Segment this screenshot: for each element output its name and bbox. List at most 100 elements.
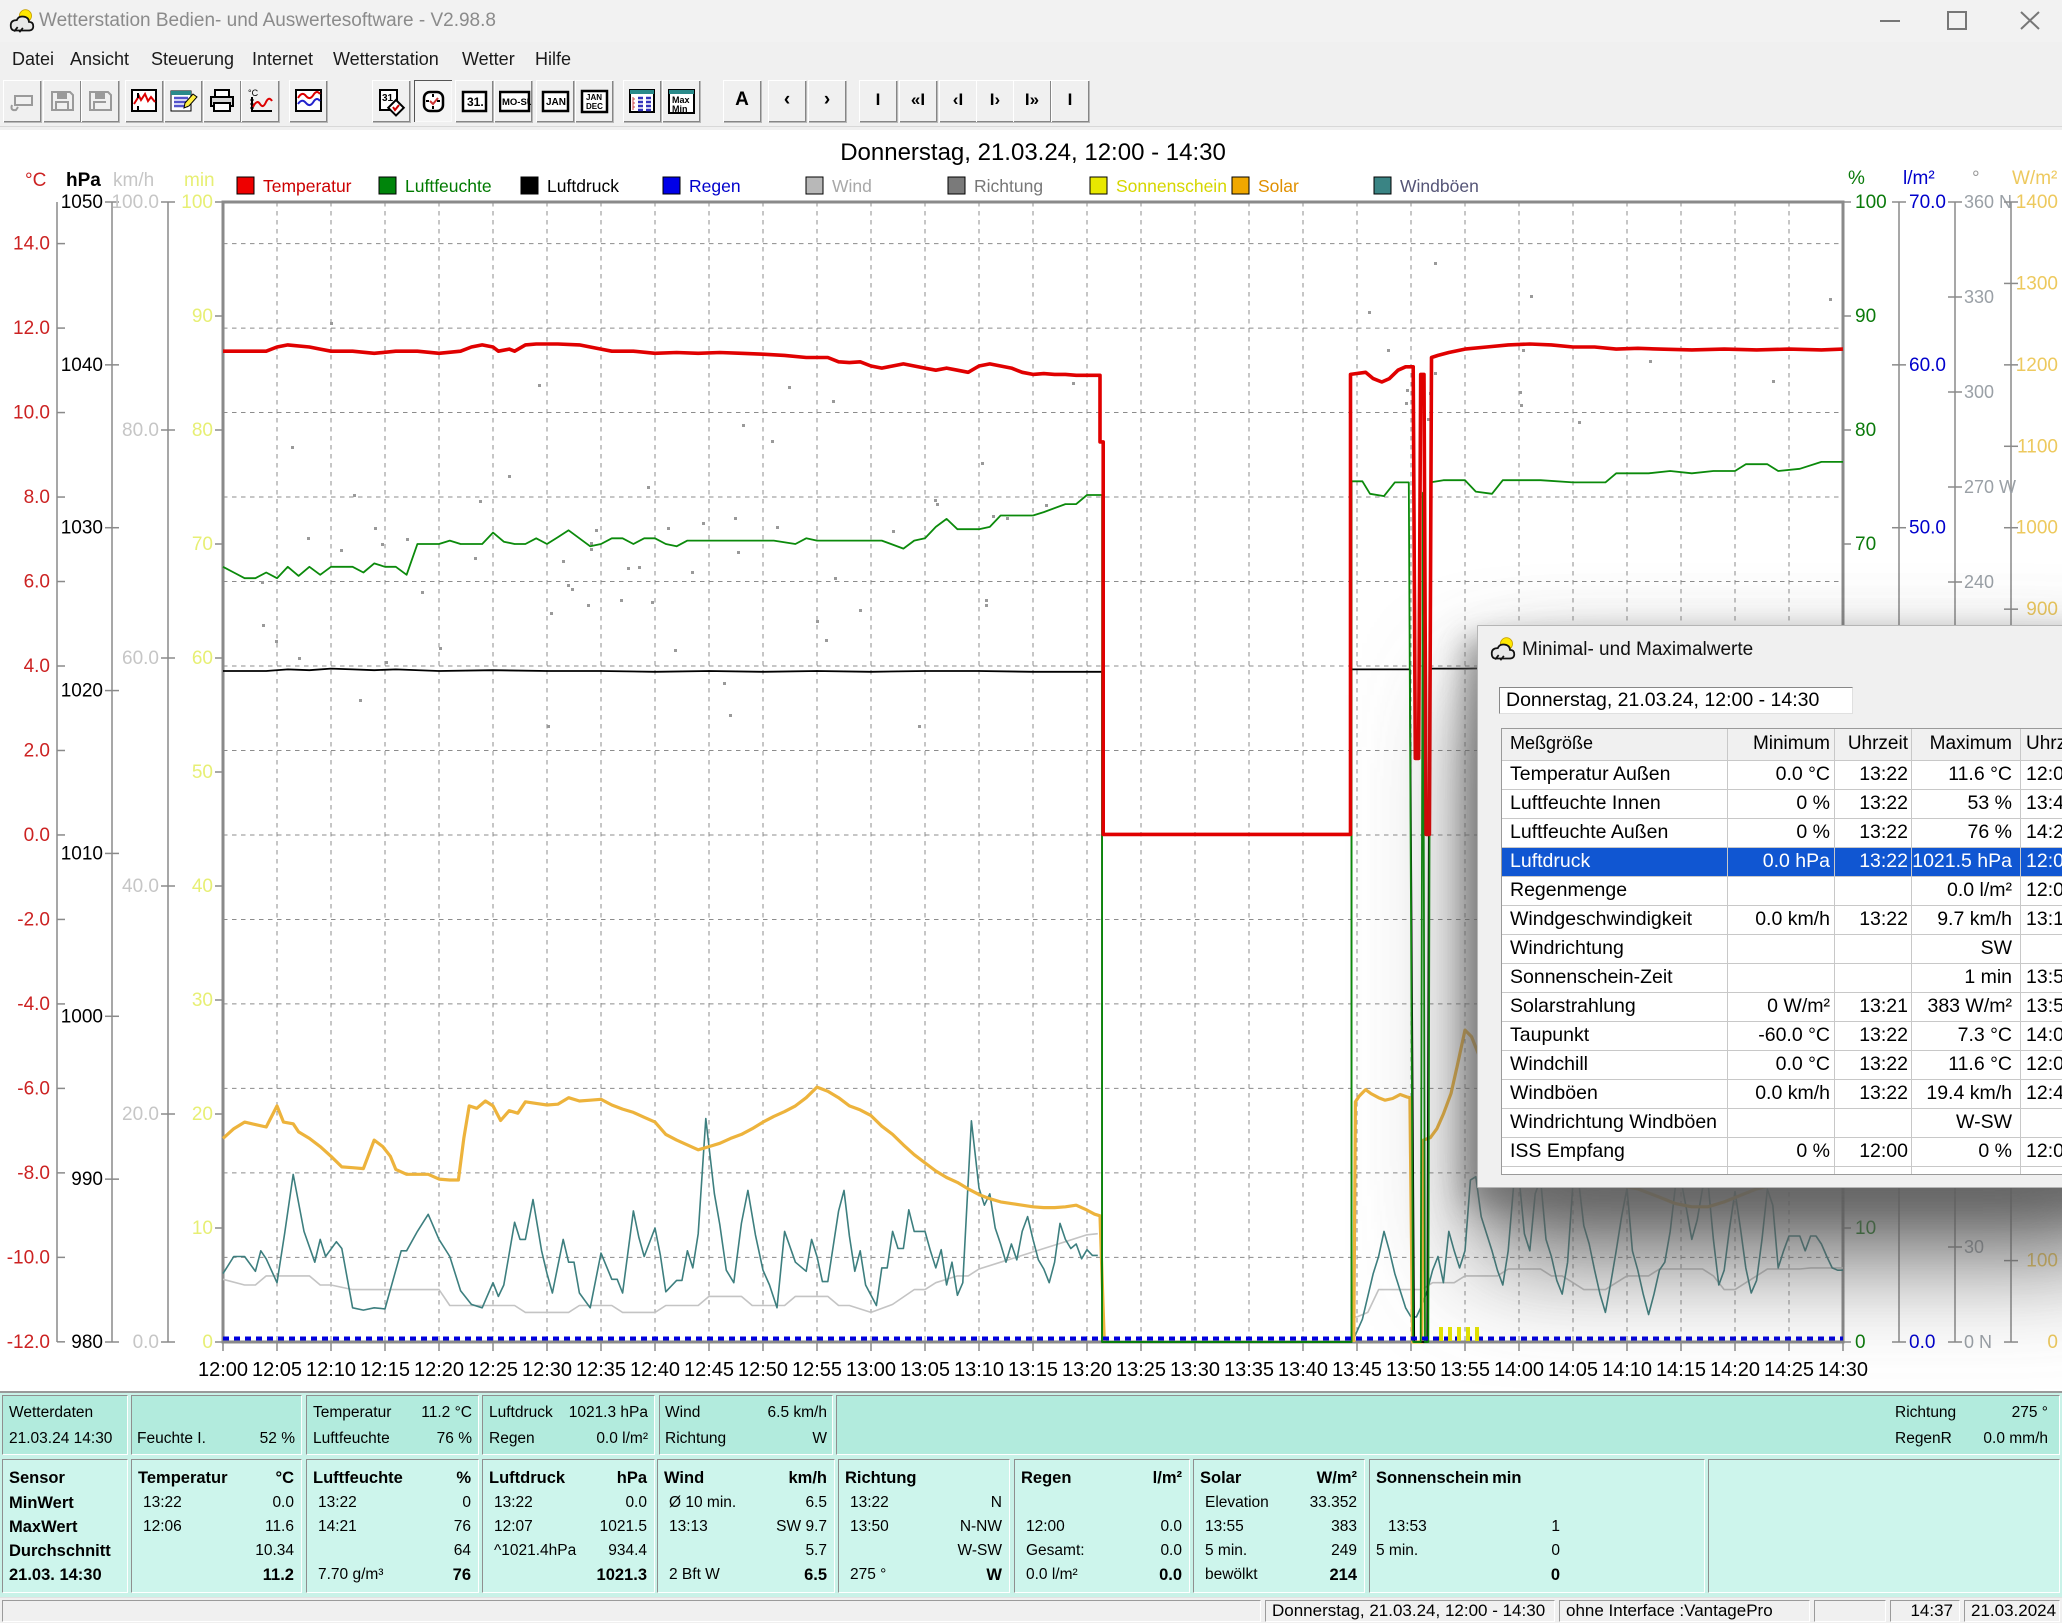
svg-text:270 W: 270 W bbox=[1964, 477, 2016, 497]
svg-text:12:55: 12:55 bbox=[792, 1359, 842, 1381]
svg-text:40.0: 40.0 bbox=[122, 876, 159, 897]
svg-text:12:40: 12:40 bbox=[630, 1359, 680, 1381]
svg-text:min: min bbox=[184, 170, 215, 191]
svg-text:1010: 1010 bbox=[61, 843, 103, 864]
svg-text:100: 100 bbox=[1855, 192, 1887, 213]
svg-text:12:35: 12:35 bbox=[576, 1359, 626, 1381]
svg-text:14:15: 14:15 bbox=[1656, 1359, 1706, 1381]
svg-text:240: 240 bbox=[1964, 572, 1994, 592]
svg-text:13:05: 13:05 bbox=[900, 1359, 950, 1381]
svg-text:0: 0 bbox=[202, 1332, 213, 1353]
svg-text:60.0: 60.0 bbox=[122, 648, 159, 669]
svg-text:Solar: Solar bbox=[1258, 176, 1299, 196]
svg-text:4.0: 4.0 bbox=[24, 656, 50, 677]
svg-text:1200: 1200 bbox=[2016, 355, 2058, 376]
svg-text:13:00: 13:00 bbox=[846, 1359, 896, 1381]
svg-text:1040: 1040 bbox=[61, 355, 103, 376]
svg-text:0.0: 0.0 bbox=[1909, 1332, 1935, 1353]
svg-text:0: 0 bbox=[1855, 1332, 1866, 1353]
svg-text:l/m²: l/m² bbox=[1903, 168, 1935, 189]
svg-text:0.0: 0.0 bbox=[24, 825, 50, 846]
svg-text:W/m²: W/m² bbox=[2012, 168, 2057, 189]
svg-text:12:00: 12:00 bbox=[198, 1359, 248, 1381]
svg-text:20: 20 bbox=[192, 1104, 213, 1125]
svg-text:km/h: km/h bbox=[113, 170, 154, 191]
svg-text:900: 900 bbox=[2026, 599, 2058, 620]
svg-text:Wind: Wind bbox=[832, 176, 872, 196]
svg-text:10.0: 10.0 bbox=[13, 403, 50, 424]
svg-text:70: 70 bbox=[192, 534, 213, 555]
svg-text:DEC: DEC bbox=[586, 102, 603, 111]
svg-text:80: 80 bbox=[1855, 420, 1876, 441]
svg-text:Min: Min bbox=[672, 104, 688, 114]
svg-text:-10.0: -10.0 bbox=[7, 1247, 50, 1268]
svg-text:°C: °C bbox=[25, 170, 46, 191]
svg-text:JAN: JAN bbox=[546, 97, 566, 108]
svg-text:14:20: 14:20 bbox=[1710, 1359, 1760, 1381]
svg-text:1020: 1020 bbox=[61, 681, 103, 702]
svg-text:14:30: 14:30 bbox=[1818, 1359, 1868, 1381]
svg-text:80: 80 bbox=[192, 420, 213, 441]
svg-text:13:35: 13:35 bbox=[1224, 1359, 1274, 1381]
svg-text:13:40: 13:40 bbox=[1278, 1359, 1328, 1381]
svg-text:60: 60 bbox=[192, 648, 213, 669]
svg-text:°C: °C bbox=[248, 88, 259, 98]
svg-text:Richtung: Richtung bbox=[974, 176, 1043, 196]
svg-text:14:00: 14:00 bbox=[1494, 1359, 1544, 1381]
svg-text:Temperatur: Temperatur bbox=[263, 176, 352, 196]
svg-text:12:15: 12:15 bbox=[360, 1359, 410, 1381]
svg-text:13:45: 13:45 bbox=[1332, 1359, 1382, 1381]
svg-text:%: % bbox=[1848, 168, 1865, 189]
svg-text:1100: 1100 bbox=[2017, 436, 2058, 457]
svg-text:12:10: 12:10 bbox=[306, 1359, 356, 1381]
svg-text:13:15: 13:15 bbox=[1008, 1359, 1058, 1381]
svg-text:1000: 1000 bbox=[2016, 518, 2058, 539]
svg-text:2.0: 2.0 bbox=[24, 740, 50, 761]
svg-text:14:25: 14:25 bbox=[1764, 1359, 1814, 1381]
svg-text:1050: 1050 bbox=[61, 192, 103, 213]
svg-text:10: 10 bbox=[192, 1218, 213, 1239]
svg-text:980: 980 bbox=[71, 1332, 103, 1353]
svg-text:12:20: 12:20 bbox=[414, 1359, 464, 1381]
svg-text:8.0: 8.0 bbox=[24, 487, 50, 508]
svg-text:14.0: 14.0 bbox=[13, 234, 50, 255]
svg-text:12.0: 12.0 bbox=[13, 318, 50, 339]
svg-text:MO-SU: MO-SU bbox=[502, 97, 531, 108]
svg-text:80.0: 80.0 bbox=[122, 420, 159, 441]
svg-text:Windböen: Windböen bbox=[1400, 176, 1479, 196]
svg-text:31.: 31. bbox=[467, 95, 484, 109]
svg-text:-12.0: -12.0 bbox=[7, 1332, 50, 1353]
svg-text:1400: 1400 bbox=[2016, 192, 2058, 213]
svg-text:31: 31 bbox=[382, 93, 394, 104]
svg-text:13:20: 13:20 bbox=[1062, 1359, 1112, 1381]
svg-text:90: 90 bbox=[1855, 306, 1876, 327]
svg-text:100.0: 100.0 bbox=[111, 192, 159, 213]
svg-text:JAN: JAN bbox=[586, 93, 602, 102]
svg-text:40: 40 bbox=[192, 876, 213, 897]
svg-text:°: ° bbox=[1972, 168, 1980, 189]
svg-text:60.0: 60.0 bbox=[1909, 355, 1946, 376]
svg-text:20.0: 20.0 bbox=[122, 1104, 159, 1125]
svg-text:70: 70 bbox=[1855, 534, 1876, 555]
svg-text:14:10: 14:10 bbox=[1602, 1359, 1652, 1381]
svg-text:300: 300 bbox=[1964, 382, 1994, 402]
svg-text:50: 50 bbox=[192, 762, 213, 783]
svg-text:Luftdruck: Luftdruck bbox=[547, 176, 619, 196]
svg-text:1030: 1030 bbox=[61, 518, 103, 539]
svg-text:10: 10 bbox=[1855, 1218, 1876, 1239]
svg-text:990: 990 bbox=[71, 1169, 103, 1190]
svg-text:12:50: 12:50 bbox=[738, 1359, 788, 1381]
svg-text:13:55: 13:55 bbox=[1440, 1359, 1490, 1381]
svg-text:50.0: 50.0 bbox=[1909, 518, 1946, 539]
svg-text:Regen: Regen bbox=[689, 176, 741, 196]
svg-text:30: 30 bbox=[192, 990, 213, 1011]
svg-text:100: 100 bbox=[181, 192, 213, 213]
svg-text:12:30: 12:30 bbox=[522, 1359, 572, 1381]
svg-text:13:50: 13:50 bbox=[1386, 1359, 1436, 1381]
svg-text:-6.0: -6.0 bbox=[17, 1078, 50, 1099]
svg-text:13:10: 13:10 bbox=[954, 1359, 1004, 1381]
svg-text:-8.0: -8.0 bbox=[17, 1163, 50, 1184]
svg-text:90: 90 bbox=[192, 306, 213, 327]
svg-text:0.0: 0.0 bbox=[133, 1332, 159, 1353]
svg-text:1300: 1300 bbox=[2016, 273, 2058, 294]
